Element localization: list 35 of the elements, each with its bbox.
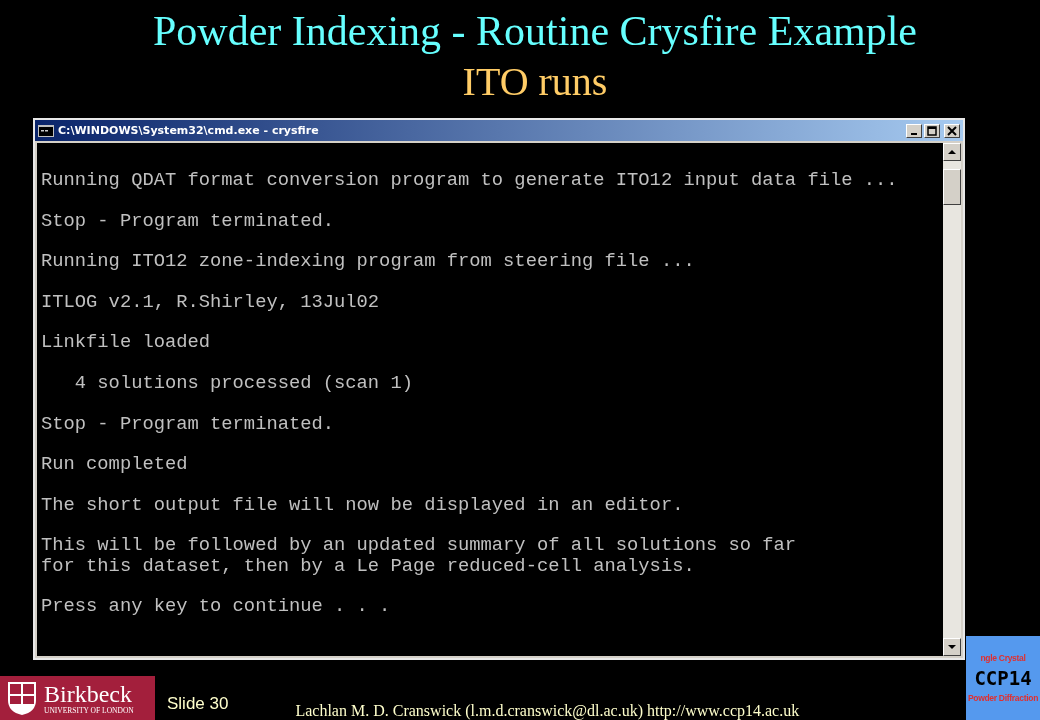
down-arrow-icon xyxy=(947,644,957,650)
scrollbar[interactable] xyxy=(943,143,961,656)
console-line: 4 solutions processed (scan 1) xyxy=(73,372,414,394)
logo-title: CCP14 xyxy=(974,667,1032,689)
console-line: for this dataset, then by a Le Page reduced-cell analysis. xyxy=(41,555,696,576)
console-line: Stop - Program terminated. xyxy=(41,210,336,231)
slide-title: Powder Indexing - Routine Crysfire Example xyxy=(152,7,917,56)
up-arrow-icon xyxy=(947,149,957,155)
maximize-icon xyxy=(927,125,937,136)
maximize-button[interactable] xyxy=(924,123,940,138)
scroll-up-button[interactable] xyxy=(943,143,961,161)
minimize-button[interactable] xyxy=(906,123,922,138)
university-name: Birkbeck xyxy=(44,681,133,706)
scroll-down-button[interactable] xyxy=(943,638,961,656)
logo-caption: ngle Crystal xyxy=(980,653,1026,663)
console-line: The short output file will now be displayed in an editor. xyxy=(41,494,685,516)
console-line: ITLOG v2.1, R.Shirley, 13Jul02 xyxy=(41,291,381,313)
console-icon xyxy=(38,124,54,137)
slide-number: Slide 30 xyxy=(167,694,229,714)
window-title: C:\WINDOWS\System32\cmd.exe - crysfire xyxy=(58,124,320,137)
console-line: This will be followed by an updated summary of all solutions so far xyxy=(41,535,798,556)
console-line: Linkfile loaded xyxy=(41,332,212,353)
console-line: Running ITO12 zone-indexing program from steering file ... xyxy=(41,251,696,272)
crest-icon xyxy=(6,680,38,716)
scroll-thumb[interactable] xyxy=(943,169,961,205)
console-line: Run completed xyxy=(41,454,189,475)
slide-subtitle: ITO runs xyxy=(461,58,608,106)
author-credit: Lachlan M. D. Cranswick (l.m.d.cranswick@dl.ac.uk) http://www.ccp14.ac.uk xyxy=(295,702,800,720)
console-line: Stop - Program terminated. xyxy=(41,413,336,434)
close-button[interactable] xyxy=(944,123,960,138)
console-line: Running QDAT format conversion program to generate ITO12 input data file ... xyxy=(41,170,899,191)
close-icon xyxy=(947,125,957,136)
console-line: Press any key to continue . . . xyxy=(41,596,392,617)
minimize-icon xyxy=(911,132,917,135)
logo-caption: Powder Diffraction xyxy=(967,693,1039,703)
